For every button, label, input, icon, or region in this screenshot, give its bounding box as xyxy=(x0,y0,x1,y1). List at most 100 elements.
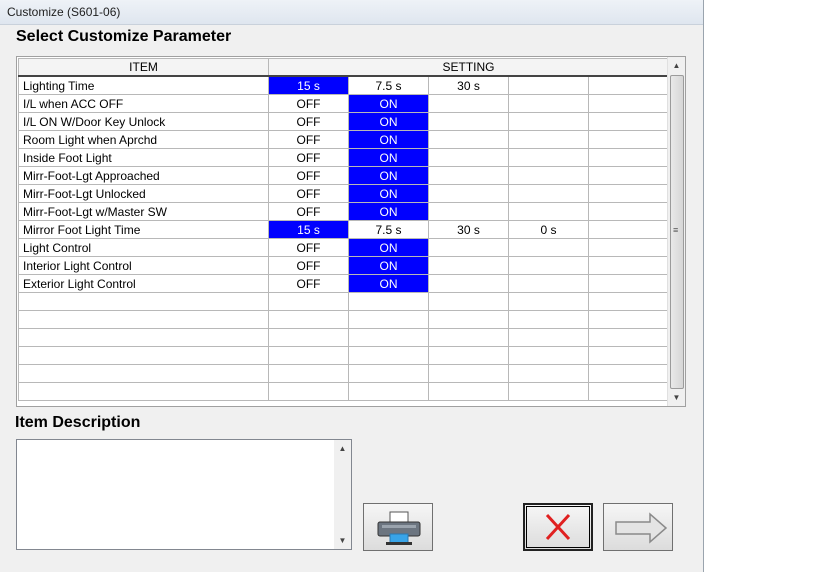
setting-cell xyxy=(508,148,589,167)
grid-scrollbar[interactable]: ▲ ≡ ▼ xyxy=(667,57,685,406)
setting-cell[interactable]: 7.5 s xyxy=(348,220,429,239)
table-row[interactable]: Mirr-Foot-Lgt Approached OFF ON xyxy=(18,166,669,185)
setting-cell[interactable]: OFF xyxy=(268,148,349,167)
setting-cell xyxy=(428,346,509,365)
table-row[interactable]: Exterior Light Control OFF ON xyxy=(18,274,669,293)
scrollbar-thumb[interactable]: ≡ xyxy=(670,75,684,389)
row-item-label[interactable] xyxy=(18,364,269,383)
setting-cell xyxy=(588,274,669,293)
setting-cell xyxy=(428,130,509,149)
setting-cell[interactable]: OFF xyxy=(268,130,349,149)
scroll-up-arrow-icon[interactable]: ▲ xyxy=(334,440,351,457)
printer-icon xyxy=(377,511,421,545)
setting-cell xyxy=(428,364,509,383)
setting-cell[interactable]: OFF xyxy=(268,274,349,293)
setting-cell xyxy=(508,94,589,113)
row-item-label[interactable]: I/L when ACC OFF xyxy=(18,94,269,113)
setting-cell[interactable]: 15 s xyxy=(268,220,349,239)
table-row[interactable]: Mirr-Foot-Lgt Unlocked OFF ON xyxy=(18,184,669,203)
cancel-button[interactable] xyxy=(523,503,593,551)
setting-cell[interactable]: 30 s xyxy=(428,75,509,95)
column-header-setting[interactable]: SETTING xyxy=(268,58,669,77)
row-item-label[interactable]: Mirr-Foot-Lgt w/Master SW xyxy=(18,202,269,221)
setting-cell[interactable]: ON xyxy=(348,148,429,167)
setting-cell xyxy=(588,292,669,311)
setting-cell xyxy=(508,364,589,383)
setting-cell[interactable]: ON xyxy=(348,112,429,131)
row-item-label[interactable] xyxy=(18,292,269,311)
table-row[interactable] xyxy=(18,310,669,329)
setting-cell xyxy=(588,346,669,365)
scroll-down-arrow-icon[interactable]: ▼ xyxy=(668,389,685,406)
table-row[interactable]: Interior Light Control OFF ON xyxy=(18,256,669,275)
setting-cell[interactable]: ON xyxy=(348,130,429,149)
setting-cell[interactable]: ON xyxy=(348,238,429,257)
table-row[interactable] xyxy=(18,328,669,347)
setting-cell[interactable]: ON xyxy=(348,256,429,275)
table-row[interactable] xyxy=(18,346,669,365)
setting-cell xyxy=(508,256,589,275)
table-row[interactable]: Mirr-Foot-Lgt w/Master SW OFF ON xyxy=(18,202,669,221)
setting-cell[interactable]: ON xyxy=(348,184,429,203)
setting-cell xyxy=(428,184,509,203)
setting-cell xyxy=(348,328,429,347)
setting-cell xyxy=(348,382,429,401)
table-row[interactable] xyxy=(18,364,669,383)
row-item-label[interactable]: Mirror Foot Light Time xyxy=(18,220,269,239)
row-item-label[interactable]: Inside Foot Light xyxy=(18,148,269,167)
setting-cell[interactable]: 7.5 s xyxy=(348,75,429,95)
setting-cell[interactable]: ON xyxy=(348,166,429,185)
page-title: Select Customize Parameter xyxy=(16,28,232,45)
row-item-label[interactable] xyxy=(18,382,269,401)
item-description-box[interactable]: ▲ ▼ xyxy=(16,439,352,550)
setting-cell[interactable]: 30 s xyxy=(428,220,509,239)
setting-cell[interactable]: ON xyxy=(348,274,429,293)
table-row[interactable]: Mirror Foot Light Time 15 s 7.5 s 30 s0 s xyxy=(18,220,669,239)
row-item-label[interactable] xyxy=(18,346,269,365)
setting-cell xyxy=(428,310,509,329)
table-row[interactable] xyxy=(18,292,669,311)
setting-cell[interactable]: OFF xyxy=(268,94,349,113)
table-row[interactable]: Room Light when Aprchd OFF ON xyxy=(18,130,669,149)
row-item-label[interactable]: Lighting Time xyxy=(18,75,269,95)
row-item-label[interactable]: Light Control xyxy=(18,238,269,257)
scroll-up-arrow-icon[interactable]: ▲ xyxy=(668,57,685,74)
description-scrollbar[interactable]: ▲ ▼ xyxy=(334,440,351,549)
table-row[interactable]: Inside Foot Light OFF ON xyxy=(18,148,669,167)
setting-cell[interactable]: OFF xyxy=(268,112,349,131)
setting-cell[interactable]: ON xyxy=(348,202,429,221)
next-button[interactable] xyxy=(603,503,673,551)
setting-cell xyxy=(348,346,429,365)
row-item-label[interactable]: Mirr-Foot-Lgt Approached xyxy=(18,166,269,185)
row-item-label[interactable] xyxy=(18,310,269,329)
column-header-item[interactable]: ITEM xyxy=(18,58,269,77)
setting-cell xyxy=(348,364,429,383)
setting-cell[interactable]: OFF xyxy=(268,238,349,257)
setting-cell xyxy=(428,112,509,131)
setting-cell[interactable]: ON xyxy=(348,94,429,113)
print-button[interactable] xyxy=(363,503,433,551)
setting-cell xyxy=(508,328,589,347)
table-row[interactable]: I/L when ACC OFF OFF ON xyxy=(18,94,669,113)
setting-cell[interactable]: OFF xyxy=(268,166,349,185)
table-row[interactable]: Lighting Time 15 s 7.5 s 30 s xyxy=(18,75,669,95)
setting-cell[interactable]: 0 s xyxy=(508,220,589,239)
row-item-label[interactable]: I/L ON W/Door Key Unlock xyxy=(18,112,269,131)
customize-window: Customize (S601-06) Select Customize Par… xyxy=(0,0,704,572)
row-item-label[interactable]: Room Light when Aprchd xyxy=(18,130,269,149)
setting-cell[interactable]: 15 s xyxy=(268,75,349,95)
row-item-label[interactable]: Mirr-Foot-Lgt Unlocked xyxy=(18,184,269,203)
setting-cell[interactable]: OFF xyxy=(268,202,349,221)
table-row[interactable]: I/L ON W/Door Key Unlock OFF ON xyxy=(18,112,669,131)
scroll-down-arrow-icon[interactable]: ▼ xyxy=(334,532,351,549)
setting-cell xyxy=(588,166,669,185)
setting-cell xyxy=(508,202,589,221)
row-item-label[interactable]: Exterior Light Control xyxy=(18,274,269,293)
setting-cell[interactable]: OFF xyxy=(268,184,349,203)
setting-cell xyxy=(428,166,509,185)
table-row[interactable] xyxy=(18,382,669,401)
table-row[interactable]: Light Control OFF ON xyxy=(18,238,669,257)
setting-cell[interactable]: OFF xyxy=(268,256,349,275)
row-item-label[interactable]: Interior Light Control xyxy=(18,256,269,275)
row-item-label[interactable] xyxy=(18,328,269,347)
